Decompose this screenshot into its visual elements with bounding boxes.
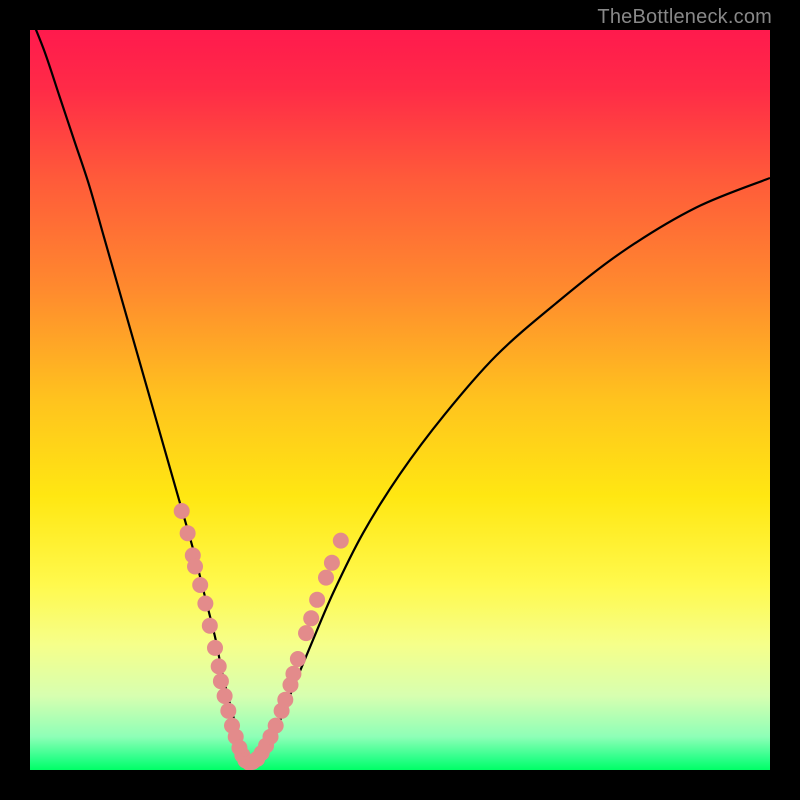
- curve-marker: [298, 625, 314, 641]
- curve-marker: [213, 673, 229, 689]
- curve-marker: [187, 559, 203, 575]
- curve-marker: [197, 596, 213, 612]
- watermark-text: TheBottleneck.com: [597, 6, 772, 29]
- curve-markers: [174, 503, 349, 770]
- curve-marker: [303, 610, 319, 626]
- curve-marker: [268, 718, 284, 734]
- curve-marker: [318, 570, 334, 586]
- curve-marker: [207, 640, 223, 656]
- curve-marker: [220, 703, 236, 719]
- curve-marker: [180, 525, 196, 541]
- plot-area: [30, 30, 770, 770]
- curve-marker: [290, 651, 306, 667]
- curve-marker: [277, 692, 293, 708]
- curve-marker: [285, 666, 301, 682]
- curve-marker: [309, 592, 325, 608]
- curve-path: [30, 30, 770, 763]
- curve-marker: [333, 533, 349, 549]
- curve-marker: [217, 688, 233, 704]
- curve-marker: [192, 577, 208, 593]
- curve-marker: [202, 618, 218, 634]
- chart-stage: TheBottleneck.com: [0, 0, 800, 800]
- curve-marker: [211, 658, 227, 674]
- curve-marker: [324, 555, 340, 571]
- curve-marker: [174, 503, 190, 519]
- bottleneck-curve: [30, 30, 770, 770]
